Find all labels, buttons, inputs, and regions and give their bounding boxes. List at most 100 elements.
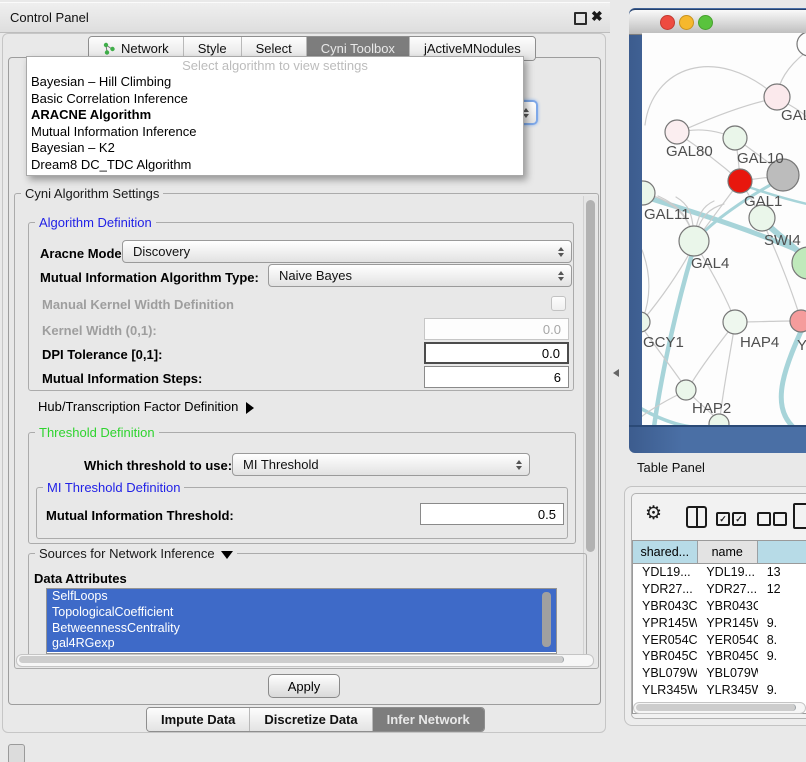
- table-hscrollbar-thumb[interactable]: [636, 704, 796, 711]
- network-node-green-right[interactable]: [792, 247, 806, 279]
- tab-impute-data[interactable]: Impute Data: [147, 708, 249, 731]
- control-panel-title: Control Panel: [10, 3, 89, 32]
- dpi-tolerance-input[interactable]: 0.0: [424, 342, 569, 364]
- network-node-salmon[interactable]: [790, 310, 806, 332]
- page-icon[interactable]: [793, 503, 806, 529]
- table-row[interactable]: YLR345WYLR345W9.: [633, 682, 806, 699]
- table-cell[interactable]: YDL19...: [697, 564, 757, 581]
- select-all-checkbox-icon[interactable]: ✓: [732, 512, 746, 526]
- table-cell[interactable]: [758, 598, 806, 615]
- which-threshold-select[interactable]: MI Threshold: [232, 453, 530, 476]
- network-window[interactable]: GALGAL80GAL10GAL1GAL11SWI4GAL4GCY1HAP4YH…: [629, 8, 806, 453]
- table-row[interactable]: YBL079WYBL079W: [633, 665, 806, 682]
- tab-infer-network[interactable]: Infer Network: [372, 708, 484, 731]
- network-edge: [645, 67, 777, 125]
- network-node-top-partial[interactable]: [797, 33, 806, 56]
- table-cell[interactable]: YLR345W: [633, 682, 697, 699]
- column-header[interactable]: [758, 541, 806, 563]
- table-cell[interactable]: YPR145W: [633, 615, 697, 632]
- select-all-checkbox-icon[interactable]: ✓: [716, 512, 730, 526]
- mi-steps-input[interactable]: 6: [424, 366, 569, 388]
- close-icon[interactable]: ✖: [591, 8, 603, 25]
- table-cell[interactable]: 12: [758, 581, 806, 598]
- columns-icon[interactable]: [686, 506, 707, 528]
- network-node-gal1[interactable]: [728, 169, 752, 193]
- table-cell[interactable]: YBR045C: [697, 648, 757, 665]
- spinner-icon: [558, 247, 564, 257]
- algorithm-option[interactable]: ARACNE Algorithm: [27, 107, 523, 124]
- table-cell[interactable]: YLR345W: [697, 682, 757, 699]
- network-node-gal80[interactable]: [665, 120, 689, 144]
- settings-scrollbar-thumb[interactable]: [586, 200, 595, 552]
- close-window-button[interactable]: [660, 15, 675, 30]
- table-cell[interactable]: 13: [758, 564, 806, 581]
- kernel-width-input[interactable]: 0.0: [424, 318, 569, 340]
- settings-hscrollbar-thumb[interactable]: [19, 656, 564, 663]
- table-cell[interactable]: YBR043C: [633, 598, 697, 615]
- algorithm-option[interactable]: Mutual Information Inference: [27, 124, 523, 141]
- aracne-mode-select[interactable]: Discovery: [122, 240, 572, 263]
- table-cell[interactable]: YDR27...: [697, 581, 757, 598]
- network-node-gal4[interactable]: [679, 226, 709, 256]
- data-attributes-label: Data Attributes: [34, 571, 127, 586]
- mi-algorithm-type-label: Mutual Information Algorithm Type:: [40, 270, 259, 285]
- mi-threshold-input[interactable]: 0.5: [420, 503, 564, 525]
- algorithm-option[interactable]: Bayesian – Hill Climbing: [27, 74, 523, 91]
- network-canvas[interactable]: GALGAL80GAL10GAL1GAL11SWI4GAL4GCY1HAP4YH…: [642, 33, 806, 425]
- panel-divider-arrow-icon[interactable]: [613, 369, 619, 377]
- table-row[interactable]: YDL19...YDL19...13: [633, 564, 806, 581]
- table-row[interactable]: YER054CYER054C8.: [633, 632, 806, 649]
- table-cell[interactable]: YER054C: [697, 632, 757, 649]
- table-cell[interactable]: YPR145W: [697, 615, 757, 632]
- collapse-arrow-icon[interactable]: [246, 402, 254, 414]
- network-node-gal10[interactable]: [723, 126, 747, 150]
- network-window-titlebar[interactable]: [629, 9, 806, 35]
- mi-algorithm-type-select[interactable]: Naive Bayes: [268, 264, 572, 287]
- algorithm-option[interactable]: Dream8 DC_TDC Algorithm: [27, 157, 523, 174]
- data-attributes-list[interactable]: SelfLoopsTopologicalCoefficientBetweenne…: [46, 588, 557, 654]
- column-header[interactable]: name: [698, 541, 758, 563]
- expand-arrow-icon[interactable]: [221, 551, 233, 559]
- algorithm-option[interactable]: Bayesian – K2: [27, 140, 523, 157]
- list-scrollbar-thumb[interactable]: [542, 592, 551, 647]
- algorithm-dropdown-list: Bayesian – Hill ClimbingBasic Correlatio…: [27, 74, 523, 174]
- table-row[interactable]: YBR043CYBR043C: [633, 598, 806, 615]
- algorithm-option[interactable]: Basic Correlation Inference: [27, 91, 523, 108]
- table-cell[interactable]: YBL079W: [633, 665, 697, 682]
- zoom-window-button[interactable]: [698, 15, 713, 30]
- deselect-all-checkbox-icon[interactable]: [757, 512, 771, 526]
- table-cell[interactable]: 9.: [758, 615, 806, 632]
- table-cell[interactable]: YDR27...: [633, 581, 697, 598]
- bottom-left-widget[interactable]: [8, 744, 25, 762]
- table-row[interactable]: YBR045CYBR045C9.: [633, 648, 806, 665]
- settings-hscrollbar[interactable]: [16, 654, 594, 667]
- hub-transcription-label[interactable]: Hub/Transcription Factor Definition: [38, 399, 254, 414]
- table-cell[interactable]: YBR043C: [697, 598, 757, 615]
- table-cell[interactable]: 9.: [758, 648, 806, 665]
- network-node-gcy1[interactable]: [642, 312, 650, 332]
- data-attribute-item[interactable]: SelfLoops: [47, 589, 556, 605]
- table-cell[interactable]: [758, 665, 806, 682]
- table-cell[interactable]: YDL19...: [633, 564, 697, 581]
- minimize-window-button[interactable]: [679, 15, 694, 30]
- float-panel-icon[interactable]: [574, 12, 587, 25]
- table-cell[interactable]: YER054C: [633, 632, 697, 649]
- table-cell[interactable]: 8.: [758, 632, 806, 649]
- gear-icon[interactable]: ⚙: [645, 504, 662, 523]
- tab-discretize-data[interactable]: Discretize Data: [249, 708, 371, 731]
- deselect-all-checkbox-icon[interactable]: [773, 512, 787, 526]
- manual-kernel-width-checkbox[interactable]: [551, 296, 566, 311]
- table-cell[interactable]: YBL079W: [697, 665, 757, 682]
- table-row[interactable]: YDR27...YDR27...12: [633, 581, 806, 598]
- data-attribute-item[interactable]: BetweennessCentrality: [47, 621, 556, 637]
- data-attribute-item[interactable]: gal4RGexp: [47, 636, 556, 652]
- apply-button[interactable]: Apply: [268, 674, 340, 698]
- data-attribute-item[interactable]: TopologicalCoefficient: [47, 605, 556, 621]
- network-node-hap4[interactable]: [723, 310, 747, 334]
- table-cell[interactable]: 9.: [758, 682, 806, 699]
- table-row[interactable]: YPR145WYPR145W9.: [633, 615, 806, 632]
- column-header[interactable]: shared...: [633, 541, 698, 563]
- network-node-hap2[interactable]: [676, 380, 696, 400]
- table-cell[interactable]: YBR045C: [633, 648, 697, 665]
- table-hscrollbar[interactable]: [633, 702, 806, 714]
